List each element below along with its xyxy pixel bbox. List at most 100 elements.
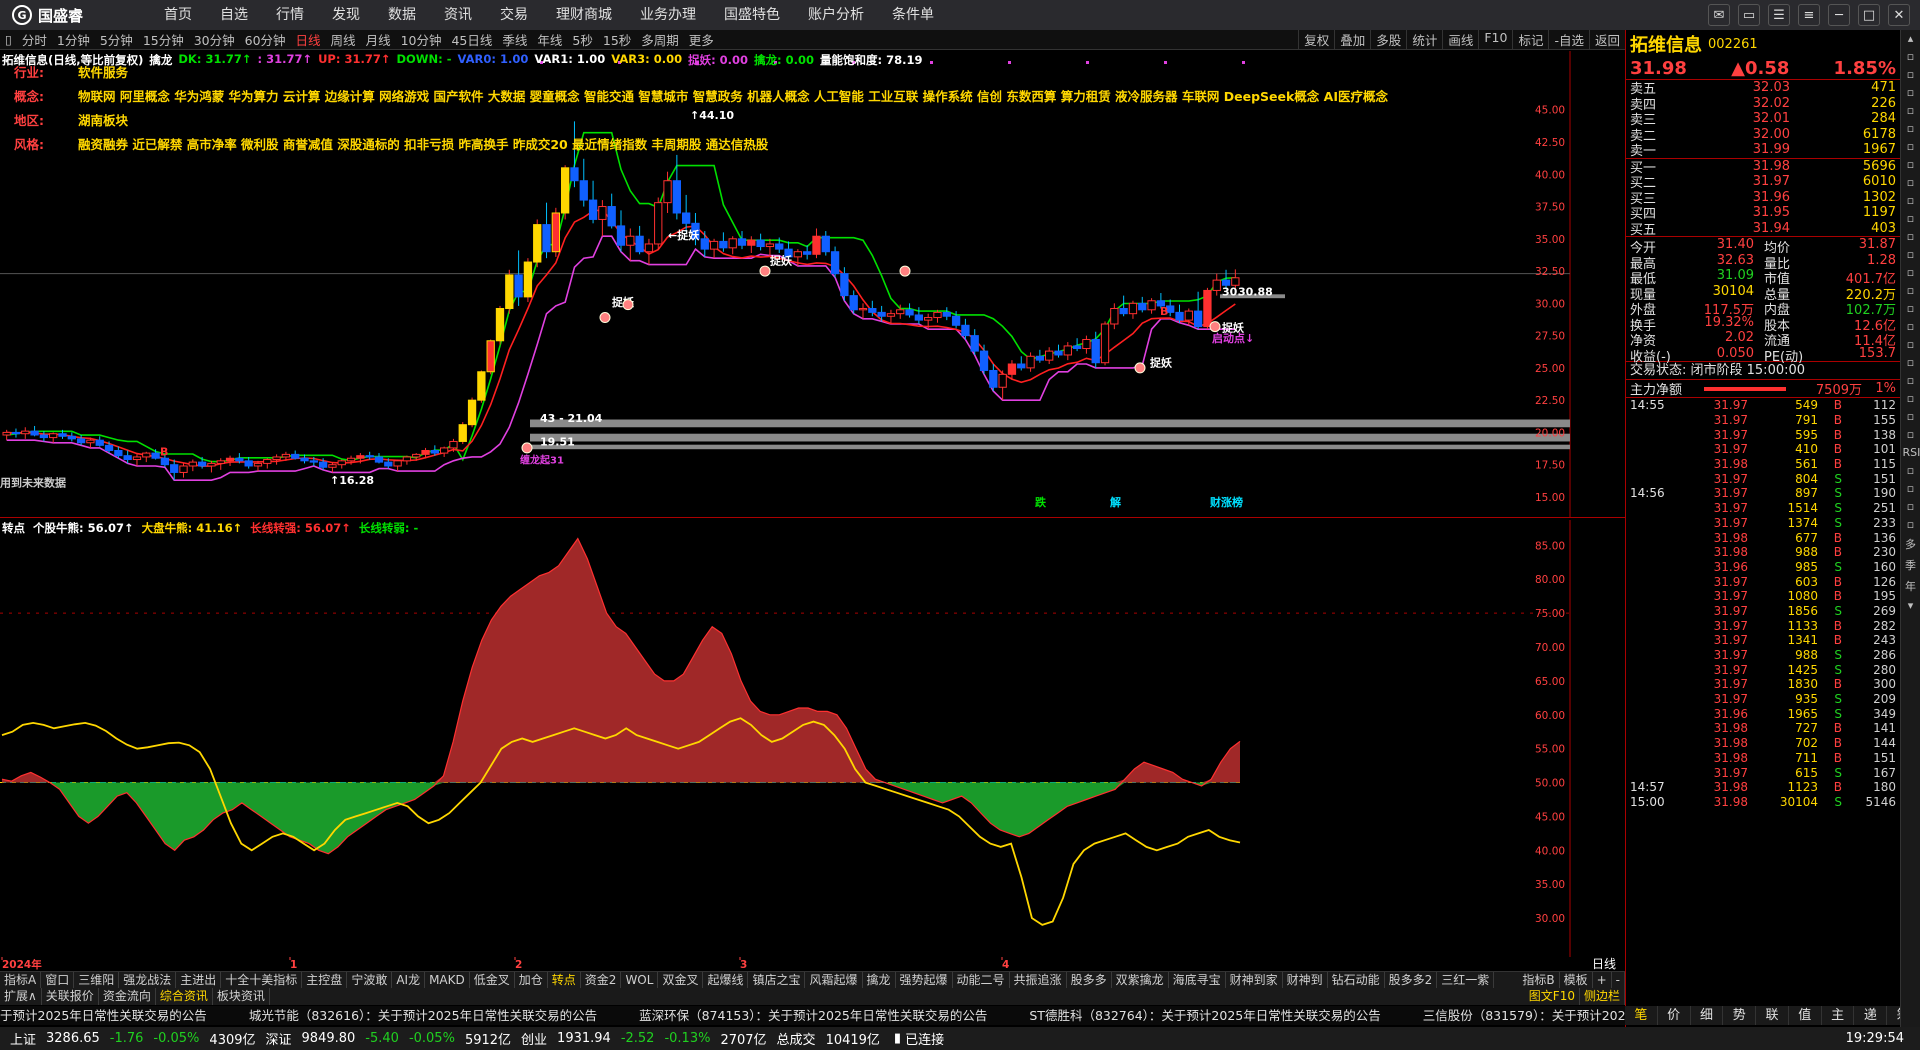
indicator-tab[interactable]: 海底寻宝 xyxy=(1169,972,1226,988)
main-kline-chart[interactable]: 45.00 42.50 40.00 37.50 35.00 32.50 30.00 27.50… xyxy=(0,51,1625,518)
indicator-tab-right[interactable]: - xyxy=(1612,972,1625,988)
indicator-tab[interactable]: 财神到 xyxy=(1283,972,1328,988)
period-12[interactable]: 年线 xyxy=(532,30,567,49)
menu-item[interactable]: 资讯 xyxy=(430,0,486,30)
period-14[interactable]: 15秒 xyxy=(598,30,636,49)
side-icon[interactable]: ▫ xyxy=(1903,410,1919,423)
info-tab[interactable]: 关联报价 xyxy=(42,988,99,1005)
maximize-icon[interactable]: □ xyxy=(1858,4,1880,26)
side-icon[interactable]: ▫ xyxy=(1903,86,1919,99)
indicator-tab[interactable]: 强龙战法 xyxy=(119,972,177,988)
side-icon[interactable]: ▫ xyxy=(1903,104,1919,117)
indicator-tab[interactable]: 镇店之宝 xyxy=(748,972,806,988)
indicator-tab[interactable]: MAKD xyxy=(425,972,470,988)
quote-tab[interactable]: 主 xyxy=(1822,1006,1855,1025)
period-8[interactable]: 月线 xyxy=(361,30,396,49)
ask-price[interactable]: 32.03 xyxy=(1700,80,1790,95)
side-icon[interactable]: ▫ xyxy=(1903,68,1919,81)
period-2[interactable]: 5分钟 xyxy=(95,30,138,49)
chart-tool[interactable]: 复权 xyxy=(1298,30,1334,49)
period-4[interactable]: 30分钟 xyxy=(189,30,240,49)
side-icon[interactable]: ▫ xyxy=(1903,320,1919,333)
chart-tool[interactable]: F10 xyxy=(1478,30,1512,49)
ticker-item[interactable]: 三信股份（831579）：关于预计2025年日常性关联交易的公告 xyxy=(1423,1008,1625,1023)
chart-tool[interactable]: 标记 xyxy=(1512,30,1548,49)
sub-title[interactable]: 转点 xyxy=(2,520,25,536)
side-icon[interactable]: RSI xyxy=(1903,446,1920,459)
side-icon[interactable]: ▫ xyxy=(1903,158,1919,171)
period-0[interactable]: 分时 xyxy=(17,30,52,49)
indicator-tab[interactable]: 宁波敢 xyxy=(347,972,393,988)
side-icon[interactable]: ▫ xyxy=(1903,212,1919,225)
chart-tool[interactable]: 统计 xyxy=(1406,30,1442,49)
period-9[interactable]: 10分钟 xyxy=(396,30,447,49)
window-icon[interactable]: ▭ xyxy=(1738,4,1760,26)
indicator-tab[interactable]: 动能二号 xyxy=(953,972,1010,988)
quote-tab[interactable]: 联 xyxy=(1756,1006,1789,1025)
menu-item[interactable]: 账户分析 xyxy=(794,0,878,30)
sz-name[interactable]: 深证 xyxy=(266,1029,292,1048)
side-icon[interactable]: ▫ xyxy=(1903,140,1919,153)
indicator-tab[interactable]: 共振追涨 xyxy=(1010,972,1067,988)
side-icon[interactable]: ▫ xyxy=(1903,122,1919,135)
quote-tab[interactable]: 细 xyxy=(1691,1006,1724,1025)
side-icon[interactable]: ▫ xyxy=(1903,518,1919,531)
chart-tool[interactable]: 返回 xyxy=(1588,30,1625,49)
period-7[interactable]: 周线 xyxy=(326,30,361,49)
menu-item[interactable]: 理财商城 xyxy=(542,0,626,30)
side-icon[interactable]: ▫ xyxy=(1903,176,1919,189)
indicator-tab[interactable]: 双金叉 xyxy=(658,972,704,988)
info-tab[interactable]: 板块资讯 xyxy=(213,988,270,1005)
period-6[interactable]: 日线 xyxy=(291,30,326,49)
period-13[interactable]: 5秒 xyxy=(567,30,597,49)
menu-item[interactable]: 发现 xyxy=(318,0,374,30)
side-icon[interactable]: ▫ xyxy=(1903,194,1919,207)
side-icon[interactable]: 季 xyxy=(1903,557,1919,573)
side-icon[interactable]: ▴ xyxy=(1903,32,1919,45)
side-icon[interactable]: ▫ xyxy=(1903,266,1919,279)
indicator-tab[interactable]: 低金叉 xyxy=(470,972,515,988)
indicator-tab[interactable]: 指标A xyxy=(0,972,42,988)
side-icon[interactable]: ▫ xyxy=(1903,464,1919,477)
ask-price[interactable]: 31.99 xyxy=(1700,142,1790,157)
quote-tab[interactable]: 价 xyxy=(1658,1006,1691,1025)
side-icon[interactable]: ▫ xyxy=(1903,284,1919,297)
menu-item[interactable]: 条件单 xyxy=(878,0,948,30)
chart-tool[interactable]: 叠加 xyxy=(1334,30,1370,49)
info-tab[interactable]: 扩展∧ xyxy=(0,988,42,1005)
bid-price[interactable]: 31.98 xyxy=(1700,159,1790,174)
period-10[interactable]: 45日线 xyxy=(446,30,497,49)
indicator-tab[interactable]: 主进出 xyxy=(176,972,222,988)
side-icon[interactable]: ▫ xyxy=(1903,356,1919,369)
ticker-item[interactable]: 于预计2025年日常性关联交易的公告 xyxy=(0,1008,207,1023)
trade-ticks[interactable]: 14:55 31.97 549 B 112 31.97 791 B 155 31.97 595 B 13… xyxy=(1626,398,1900,809)
side-icon[interactable]: 多 xyxy=(1903,536,1919,552)
indicator-tab-right[interactable]: 指标B xyxy=(1518,972,1560,988)
period-1[interactable]: 1分钟 xyxy=(52,30,95,49)
menu-icon[interactable]: ≡ xyxy=(1798,4,1820,26)
menu-item[interactable]: 交易 xyxy=(486,0,542,30)
bid-price[interactable]: 31.96 xyxy=(1700,190,1790,205)
indicator-tab[interactable]: 擒龙 xyxy=(863,972,896,988)
indicator-tab[interactable]: 财神到家 xyxy=(1226,972,1283,988)
side-icon[interactable]: ▫ xyxy=(1903,500,1919,513)
settings-icon[interactable]: ☰ xyxy=(1768,4,1790,26)
panel-toggle-icon[interactable]: ▯ xyxy=(0,32,17,47)
menu-item[interactable]: 业务办理 xyxy=(626,0,710,30)
indicator-tab[interactable]: 起爆线 xyxy=(703,972,749,988)
side-icon[interactable]: ▫ xyxy=(1903,50,1919,63)
info-tab[interactable]: 综合资讯 xyxy=(156,988,213,1005)
indicator-name[interactable]: 擒龙 xyxy=(149,52,172,68)
info-tab-right[interactable]: 侧边栏 xyxy=(1580,988,1625,1005)
minimize-icon[interactable]: ─ xyxy=(1828,4,1850,26)
indicator-tab[interactable]: AI龙 xyxy=(392,972,426,988)
menu-item[interactable]: 首页 xyxy=(150,0,206,30)
side-icon[interactable]: ▫ xyxy=(1903,248,1919,261)
quote-tab[interactable]: 递 xyxy=(1854,1006,1888,1025)
indicator-tab[interactable]: 转点 xyxy=(548,972,581,988)
indicator-tab[interactable]: 股多多 xyxy=(1067,972,1112,988)
side-icon[interactable]: ▫ xyxy=(1903,230,1919,243)
quote-tab[interactable]: 笔 xyxy=(1625,1006,1658,1025)
period-5[interactable]: 60分钟 xyxy=(240,30,291,49)
menu-item[interactable]: 国盛特色 xyxy=(710,0,794,30)
